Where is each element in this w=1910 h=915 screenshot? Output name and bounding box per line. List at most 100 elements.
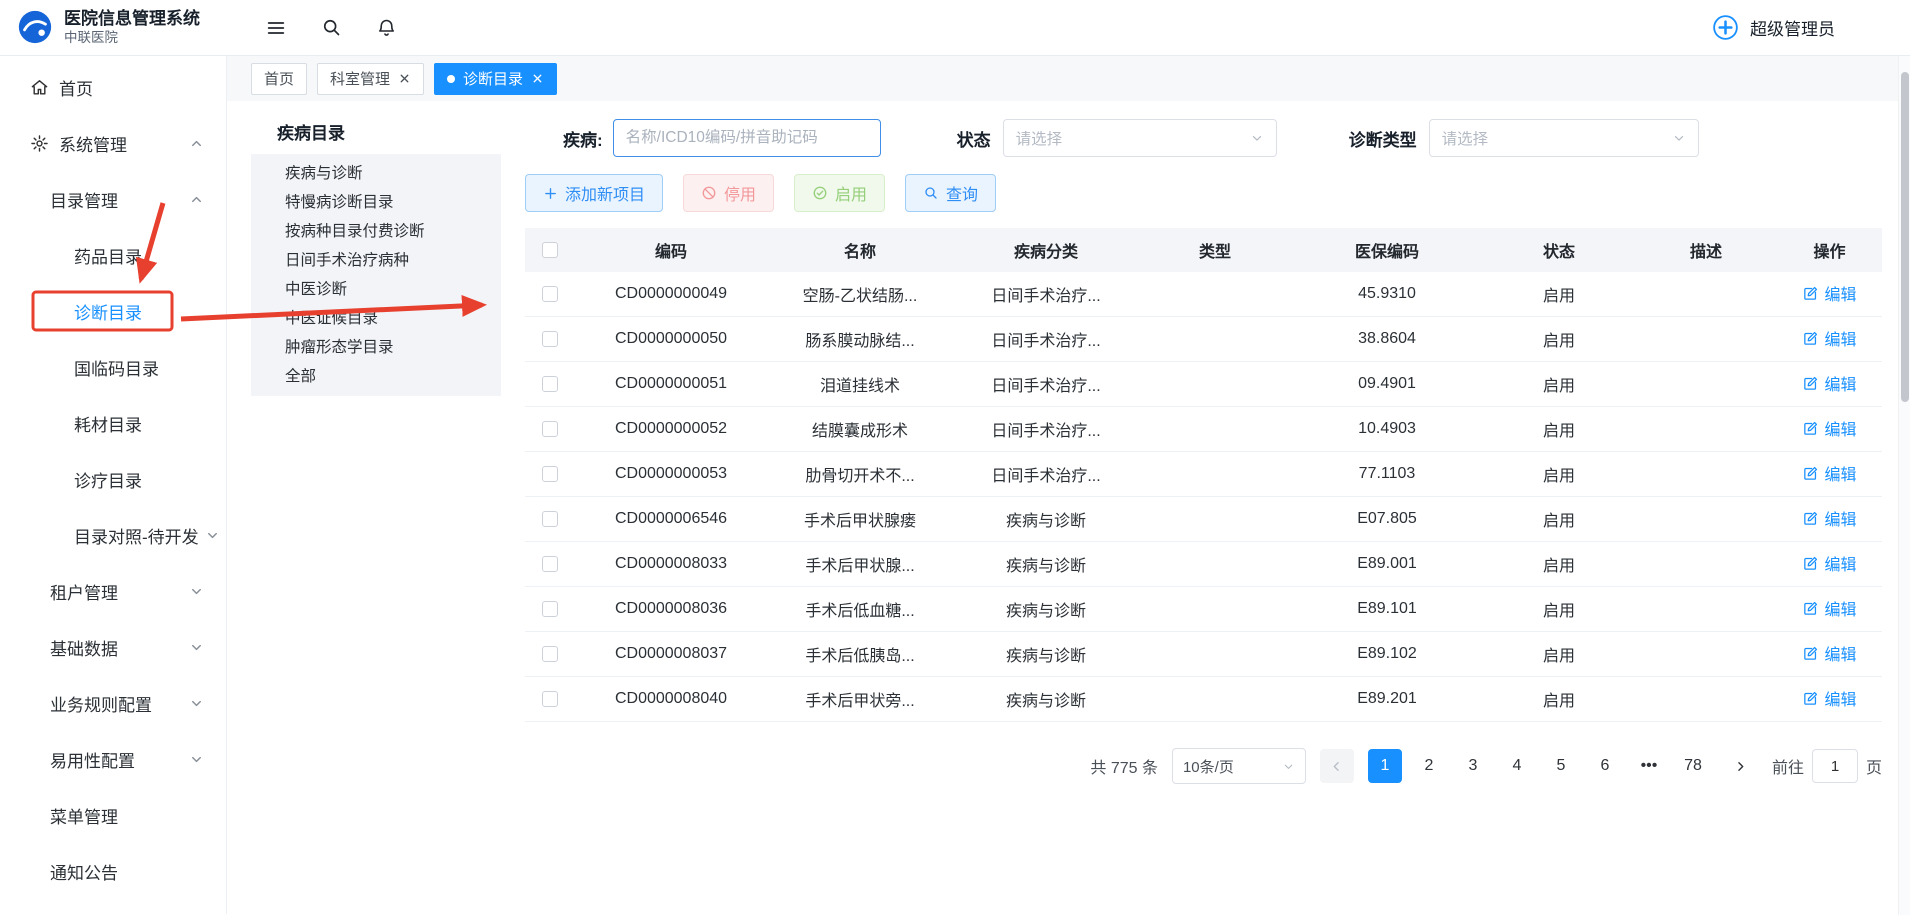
row-checkbox[interactable] xyxy=(542,556,558,572)
row-checkbox[interactable] xyxy=(542,691,558,707)
disable-button[interactable]: 停用 xyxy=(683,174,774,212)
sidebar-item-base-data[interactable]: 基础数据 xyxy=(0,619,226,675)
close-tab-icon[interactable] xyxy=(531,72,544,85)
chevron-down-icon xyxy=(183,640,204,655)
page-5-button[interactable]: 5 xyxy=(1544,749,1578,783)
row-checkbox[interactable] xyxy=(542,466,558,482)
catalog-item[interactable]: 按病种目录付费诊断 xyxy=(251,217,501,246)
catalog-item[interactable]: 中医证候目录 xyxy=(251,304,501,333)
catalog-item[interactable]: 疾病与诊断 xyxy=(251,159,501,188)
sidebar-item-national-code-catalog[interactable]: 国临码目录 xyxy=(0,339,226,395)
cell-insurance-code: E89.001 xyxy=(1291,555,1483,573)
prev-page-button[interactable] xyxy=(1320,749,1354,783)
sidebar-item-business-rule-config[interactable]: 业务规则配置 xyxy=(0,675,226,731)
edit-label: 编辑 xyxy=(1824,686,1856,710)
sidebar-item-consumable-catalog[interactable]: 耗材目录 xyxy=(0,395,226,451)
medical-cross-icon xyxy=(1711,13,1740,42)
row-checkbox[interactable] xyxy=(542,646,558,662)
cell-code: CD0000000049 xyxy=(575,285,767,303)
close-tab-icon[interactable] xyxy=(398,72,411,85)
collapse-menu-icon[interactable] xyxy=(265,17,287,39)
page-1-button[interactable]: 1 xyxy=(1368,749,1402,783)
edit-button[interactable]: 编辑 xyxy=(1802,686,1856,710)
search-icon[interactable] xyxy=(321,17,342,38)
sidebar-item-usability-config[interactable]: 易用性配置 xyxy=(0,731,226,787)
more-pages-button[interactable]: ••• xyxy=(1632,749,1666,783)
cell-name: 结膜囊成形术 xyxy=(767,417,953,441)
select-all-checkbox[interactable] xyxy=(542,242,558,258)
sidebar-item-label: 业务规则配置 xyxy=(50,691,152,716)
sidebar-item-system-management[interactable]: 系统管理 xyxy=(0,115,226,171)
query-label: 查询 xyxy=(946,181,978,205)
edit-button[interactable]: 编辑 xyxy=(1802,596,1856,620)
catalog-item[interactable]: 中医诊断 xyxy=(251,275,501,304)
cell-category: 日间手术治疗... xyxy=(953,417,1139,441)
cell-category: 日间手术治疗... xyxy=(953,327,1139,351)
catalog-item[interactable]: 特慢病诊断目录 xyxy=(251,188,501,217)
page-78-button[interactable]: 78 xyxy=(1676,749,1710,783)
next-page-button[interactable] xyxy=(1724,749,1758,783)
catalog-item[interactable]: 日间手术治疗病种 xyxy=(251,246,501,275)
page-3-button[interactable]: 3 xyxy=(1456,749,1490,783)
tab-home[interactable]: 首页 xyxy=(251,63,307,95)
vertical-scrollbar-thumb[interactable] xyxy=(1901,72,1909,402)
sidebar-item-notice[interactable]: 通知公告 xyxy=(0,843,226,899)
sidebar-item-tenant-management[interactable]: 租户管理 xyxy=(0,563,226,619)
cell-code: CD0000008033 xyxy=(575,555,767,573)
page-size-select[interactable]: 10条/页 xyxy=(1172,748,1306,784)
add-item-label: 添加新项目 xyxy=(565,181,645,205)
home-icon xyxy=(30,78,49,97)
tab-dept-management[interactable]: 科室管理 xyxy=(317,63,424,95)
row-checkbox[interactable] xyxy=(542,421,558,437)
disease-search-input[interactable] xyxy=(613,119,881,157)
query-button[interactable]: 查询 xyxy=(905,174,996,212)
page-6-button[interactable]: 6 xyxy=(1588,749,1622,783)
add-item-button[interactable]: 添加新项目 xyxy=(525,174,663,212)
user-area[interactable]: 超级管理员 xyxy=(1711,13,1835,42)
sidebar-item-label: 系统管理 xyxy=(59,131,127,156)
edit-button[interactable]: 编辑 xyxy=(1802,281,1856,305)
enable-button[interactable]: 启用 xyxy=(794,174,885,212)
notification-bell-icon[interactable] xyxy=(376,17,397,38)
row-checkbox[interactable] xyxy=(542,331,558,347)
page-4-button[interactable]: 4 xyxy=(1500,749,1534,783)
sidebar-item-home[interactable]: 首页 xyxy=(0,59,226,115)
sidebar-item-drug-catalog[interactable]: 药品目录 xyxy=(0,227,226,283)
content-column: 首页科室管理诊断目录 疾病目录 疾病与诊断特慢病诊断目录按病种目录付费诊断日间手… xyxy=(227,56,1910,914)
row-checkbox[interactable] xyxy=(542,511,558,527)
edit-label: 编辑 xyxy=(1824,461,1856,485)
cell-code: CD0000008037 xyxy=(575,645,767,663)
vertical-scrollbar-track[interactable] xyxy=(1898,56,1910,915)
edit-button[interactable]: 编辑 xyxy=(1802,506,1856,530)
edit-button[interactable]: 编辑 xyxy=(1802,416,1856,440)
catalog-item[interactable]: 全部 xyxy=(251,362,501,391)
row-checkbox[interactable] xyxy=(542,286,558,302)
edit-button[interactable]: 编辑 xyxy=(1802,461,1856,485)
edit-button[interactable]: 编辑 xyxy=(1802,326,1856,350)
edit-button[interactable]: 编辑 xyxy=(1802,371,1856,395)
status-select[interactable]: 请选择 xyxy=(1003,119,1277,157)
diagnosis-type-filter-label: 诊断类型 xyxy=(1349,126,1417,151)
cell-insurance-code: E89.101 xyxy=(1291,600,1483,618)
sidebar-item-catalog-management[interactable]: 目录管理 xyxy=(0,171,226,227)
sidebar-item-menu-management[interactable]: 菜单管理 xyxy=(0,787,226,843)
diagnosis-type-select[interactable]: 请选择 xyxy=(1429,119,1699,157)
diagnosis-type-select-placeholder: 请选择 xyxy=(1442,127,1489,149)
table-header-row: 编码名称疾病分类类型医保编码状态描述操作 xyxy=(525,228,1882,272)
table-row: CD0000000051泪道挂线术日间手术治疗...09.4901启用编辑 xyxy=(525,362,1882,407)
row-checkbox[interactable] xyxy=(542,601,558,617)
cell-status: 启用 xyxy=(1483,597,1635,621)
catalog-item[interactable]: 肿瘤形态学目录 xyxy=(251,333,501,362)
edit-button[interactable]: 编辑 xyxy=(1802,641,1856,665)
goto-page-input[interactable] xyxy=(1812,749,1858,783)
table-row: CD0000000052结膜囊成形术日间手术治疗...10.4903启用编辑 xyxy=(525,407,1882,452)
page-2-button[interactable]: 2 xyxy=(1412,749,1446,783)
sidebar-item-diagnosis-catalog[interactable]: 诊断目录 xyxy=(0,283,226,339)
edit-button[interactable]: 编辑 xyxy=(1802,551,1856,575)
sidebar-item-catalog-compare[interactable]: 目录对照-待开发 xyxy=(0,507,226,563)
gear-icon xyxy=(30,134,49,153)
row-checkbox[interactable] xyxy=(542,376,558,392)
tab-diagnosis-catalog[interactable]: 诊断目录 xyxy=(434,63,557,95)
goto-label: 前往 xyxy=(1772,754,1804,778)
sidebar-item-treatment-catalog[interactable]: 诊疗目录 xyxy=(0,451,226,507)
